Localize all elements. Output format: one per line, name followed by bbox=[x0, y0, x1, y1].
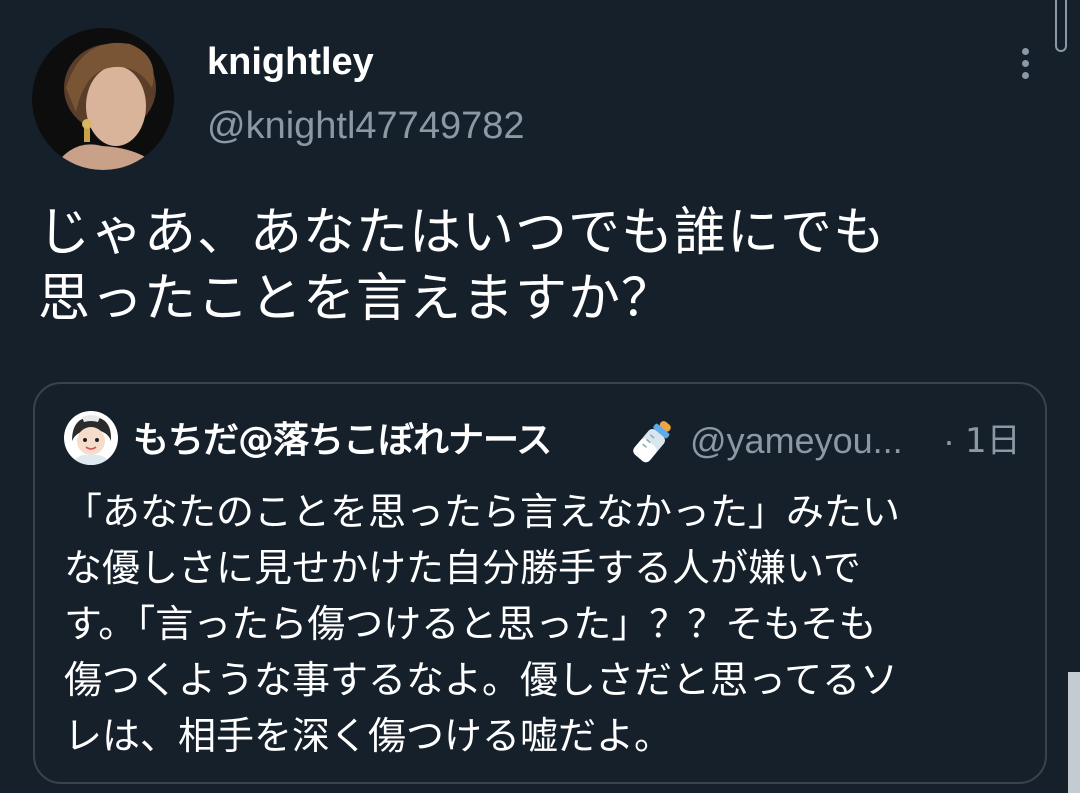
tweet-text-line: 思ったことを言えますか？ bbox=[38, 269, 675, 329]
tweet-text: じゃあ、あなたはいつでも誰にでも 思ったことを言えますか？ bbox=[38, 200, 1038, 332]
baby-bottle-icon bbox=[628, 416, 678, 466]
quoted-author-display-name[interactable]: もちだ@落ちこぼれナース bbox=[133, 418, 552, 464]
scrollbar-thumb[interactable] bbox=[1068, 672, 1080, 793]
quoted-tweet-text: 「あなたのことを思ったら言えなかった」みたい な優しさに見せかけた自分勝手する人… bbox=[64, 484, 1024, 764]
quoted-author-handle[interactable]: @yameyou... bbox=[690, 418, 903, 464]
quoted-author-avatar[interactable] bbox=[64, 411, 118, 465]
separator-dot: · bbox=[943, 420, 955, 461]
quoted-text-line: 傷つくような事するなよ。優しさだと思ってるソ bbox=[64, 658, 899, 702]
quoted-text-line: す。「言ったら傷つけると思った」？？そもそも bbox=[64, 602, 877, 646]
quoted-timestamp[interactable]: 1日 bbox=[965, 418, 1021, 464]
author-avatar[interactable] bbox=[32, 28, 174, 170]
tweet-detail-screen: knightley @knightl47749782 じゃあ、あなたはいつでも誰… bbox=[0, 0, 1080, 793]
quoted-text-line: な優しさに見せかけた自分勝手する人が嫌いで bbox=[64, 546, 861, 590]
more-vertical-icon[interactable] bbox=[1010, 42, 1042, 86]
author-handle[interactable]: @knightl47749782 bbox=[207, 102, 525, 150]
scrollbar-track-top[interactable] bbox=[1055, 0, 1067, 52]
tweet-text-line: じゃあ、あなたはいつでも誰にでも bbox=[38, 203, 887, 263]
quoted-text-line: レは、相手を深く傷つける嘘だよ。 bbox=[64, 714, 673, 758]
author-display-name[interactable]: knightley bbox=[207, 38, 374, 86]
quoted-text-line: 「あなたのことを思ったら言えなかった」みたい bbox=[64, 490, 901, 534]
